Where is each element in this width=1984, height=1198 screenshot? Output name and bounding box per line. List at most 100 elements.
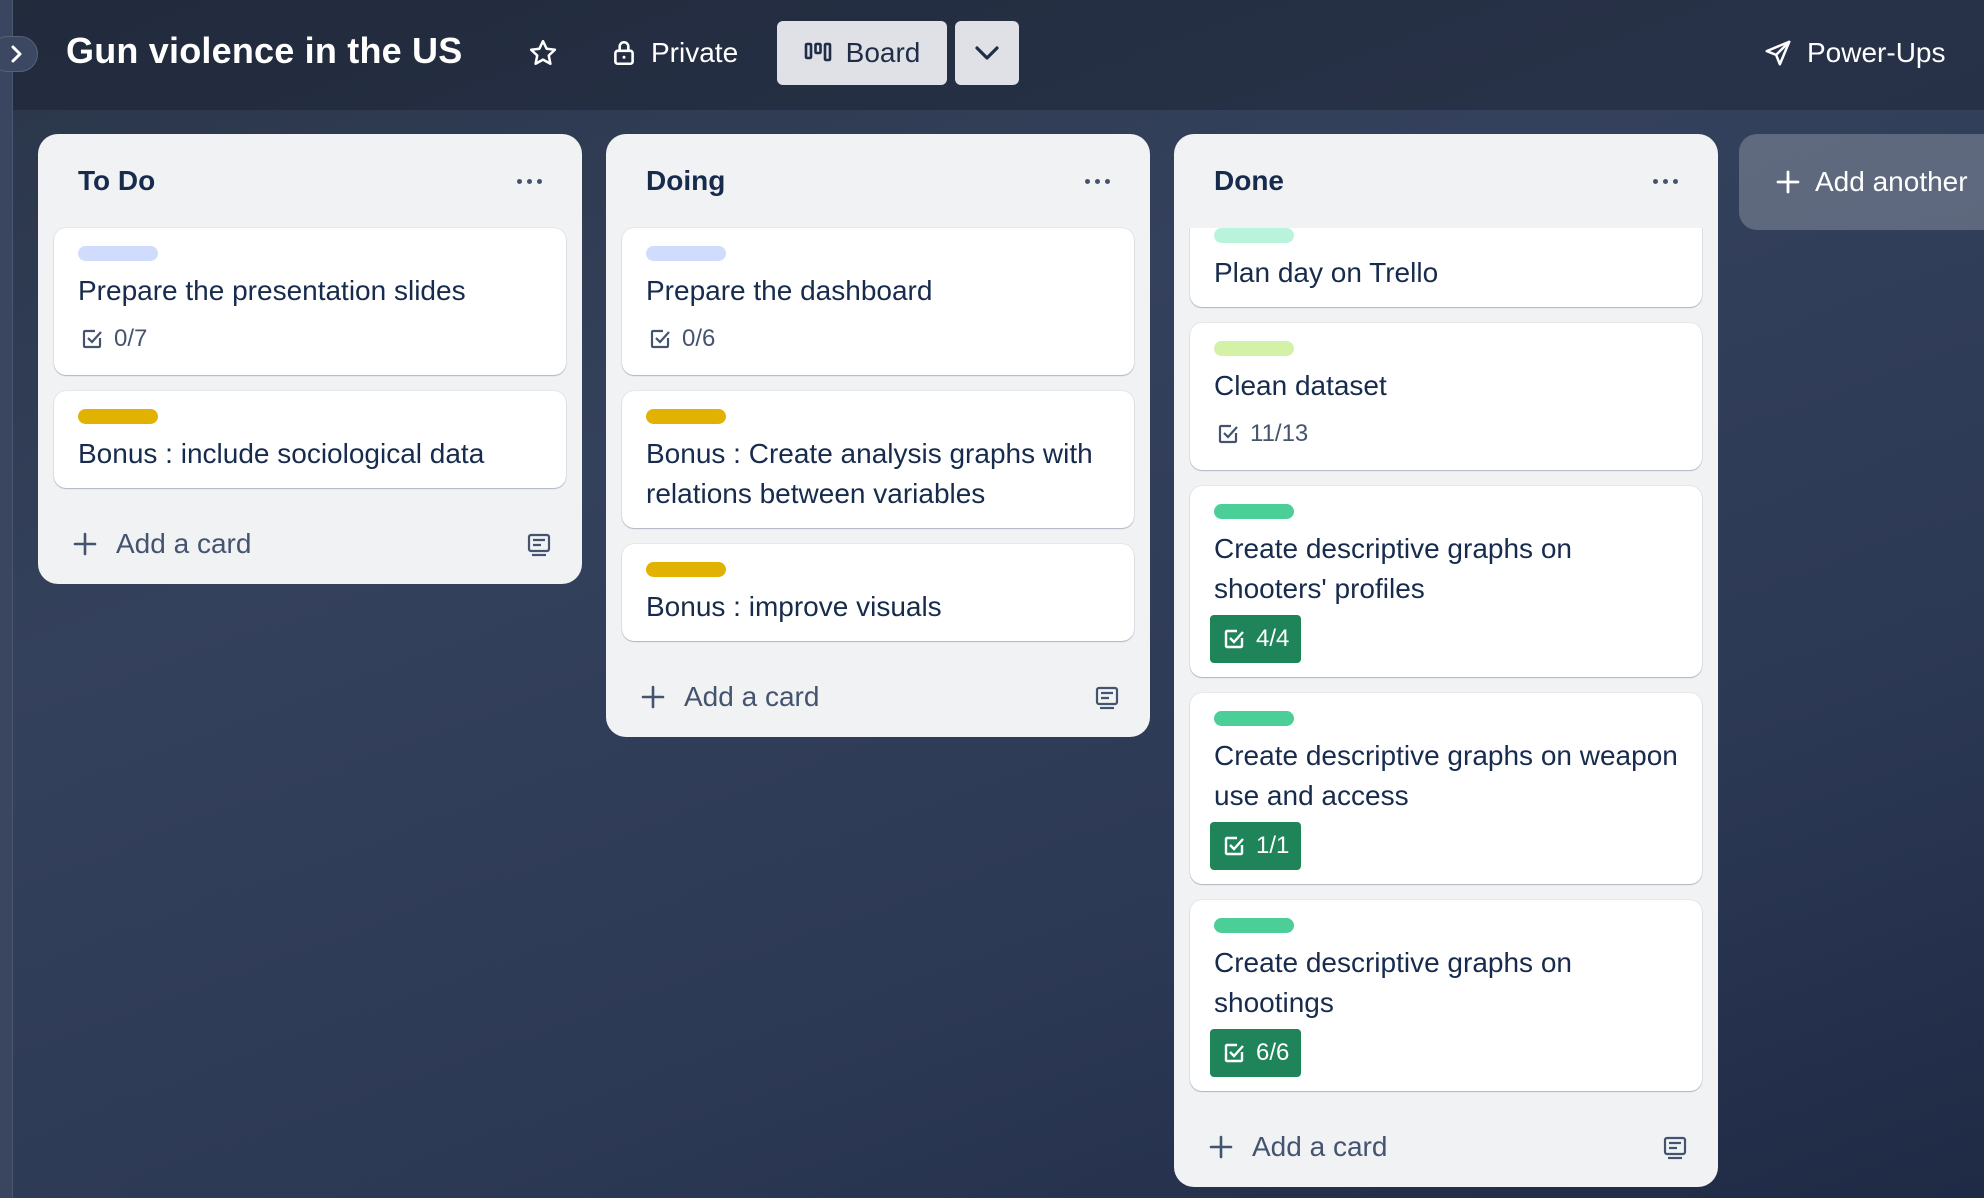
checklist-badge-complete: 1/1 bbox=[1210, 822, 1302, 870]
ellipsis-icon bbox=[1085, 178, 1090, 184]
view-switcher-button[interactable] bbox=[955, 21, 1019, 85]
add-card-row: Add a card bbox=[38, 504, 582, 584]
star-button[interactable] bbox=[513, 21, 573, 85]
checklist-icon bbox=[1224, 1043, 1244, 1063]
chevron-right-icon bbox=[11, 45, 22, 63]
checklist-badge: 0/7 bbox=[70, 317, 157, 361]
power-ups-label: Power-Ups bbox=[1807, 37, 1946, 68]
card-label[interactable] bbox=[78, 409, 158, 424]
card[interactable]: Prepare the dashboard 0/6 bbox=[622, 228, 1134, 375]
card-label[interactable] bbox=[1214, 228, 1294, 243]
rocket-icon bbox=[1765, 40, 1791, 66]
checklist-count: 4/4 bbox=[1256, 625, 1290, 652]
list-title[interactable]: Doing bbox=[646, 165, 725, 197]
done-card-scroller[interactable]: Plan day on Trello Clean dataset 11/13 C… bbox=[1174, 228, 1718, 1107]
list-menu-button[interactable] bbox=[1075, 169, 1120, 194]
card-title: Create descriptive graphs on shootings bbox=[1214, 947, 1572, 1018]
card[interactable]: Create descriptive graphs on weapon use … bbox=[1190, 693, 1702, 884]
list-header: To Do bbox=[38, 134, 582, 228]
add-card-label: Add a card bbox=[116, 528, 252, 559]
checklist-icon bbox=[82, 329, 102, 349]
card[interactable]: Prepare the presentation slides 0/7 bbox=[54, 228, 566, 375]
list-title[interactable]: Done bbox=[1214, 165, 1284, 197]
card-label[interactable] bbox=[1214, 504, 1294, 519]
card-label[interactable] bbox=[78, 246, 158, 261]
card-title: Clean dataset bbox=[1214, 370, 1387, 401]
add-card-label: Add a card bbox=[1252, 1131, 1388, 1162]
add-card-row: Add a card bbox=[606, 657, 1150, 737]
card-title: Bonus : include sociological data bbox=[78, 438, 485, 469]
card-label[interactable] bbox=[646, 246, 726, 261]
list-header: Done bbox=[1174, 134, 1718, 228]
add-card-button[interactable]: Add a card bbox=[1208, 1131, 1387, 1163]
card-template-icon[interactable] bbox=[1094, 684, 1120, 710]
star-icon bbox=[529, 39, 557, 65]
card-title: Plan day on Trello bbox=[1214, 257, 1439, 288]
checklist-badge: 11/13 bbox=[1206, 412, 1318, 456]
checklist-icon bbox=[1224, 629, 1244, 649]
add-list-label: Add another bbox=[1815, 166, 1968, 197]
lock-icon bbox=[614, 40, 634, 66]
checklist-badge-complete: 6/6 bbox=[1210, 1029, 1302, 1077]
card[interactable]: Bonus : Create analysis graphs with rela… bbox=[622, 391, 1134, 528]
plus-icon bbox=[641, 685, 665, 709]
checklist-icon bbox=[1218, 424, 1238, 444]
card-template-icon[interactable] bbox=[1662, 1134, 1688, 1160]
add-card-button[interactable]: Add a card bbox=[640, 681, 819, 713]
sidebar-strip bbox=[0, 0, 13, 1198]
card-title: Bonus : improve visuals bbox=[646, 591, 942, 622]
power-ups-button[interactable]: Power-Ups bbox=[1753, 21, 1955, 85]
card-title: Prepare the presentation slides bbox=[78, 275, 466, 306]
checklist-badge: 0/6 bbox=[638, 317, 725, 361]
checklist-icon bbox=[650, 329, 670, 349]
plus-icon bbox=[1776, 170, 1800, 194]
card[interactable]: Create descriptive graphs on shootings 6… bbox=[1190, 900, 1702, 1091]
checklist-count: 11/13 bbox=[1250, 420, 1309, 447]
checklist-count: 1/1 bbox=[1256, 832, 1290, 859]
add-card-button[interactable]: Add a card bbox=[72, 528, 251, 560]
visibility-button[interactable]: Private bbox=[597, 21, 752, 85]
list-header: Doing bbox=[606, 134, 1150, 228]
card[interactable]: Bonus : improve visuals bbox=[622, 544, 1134, 641]
list-doing: Doing Prepare the dashboard 0/6 Bonus : … bbox=[606, 134, 1150, 737]
add-card-label: Add a card bbox=[684, 681, 820, 712]
checklist-icon bbox=[1224, 836, 1244, 856]
plus-icon bbox=[1209, 1135, 1233, 1159]
add-card-row: Add a card bbox=[1174, 1107, 1718, 1187]
list-title[interactable]: To Do bbox=[78, 165, 155, 197]
list-done: Done Plan day on Trello Clean dataset 11… bbox=[1174, 134, 1718, 1187]
card[interactable]: Clean dataset 11/13 bbox=[1190, 323, 1702, 470]
card-title: Create descriptive graphs on weapon use … bbox=[1214, 740, 1678, 811]
card[interactable]: Bonus : include sociological data bbox=[54, 391, 566, 488]
ellipsis-icon bbox=[1653, 178, 1658, 184]
list-menu-button[interactable] bbox=[1643, 169, 1688, 194]
list-menu-button[interactable] bbox=[507, 169, 552, 194]
board-icon bbox=[804, 42, 831, 62]
board-view-label: Board bbox=[845, 37, 921, 68]
card-title: Prepare the dashboard bbox=[646, 275, 933, 306]
chevron-down-icon bbox=[975, 46, 999, 60]
card-label[interactable] bbox=[1214, 918, 1294, 933]
checklist-badge-complete: 4/4 bbox=[1210, 615, 1302, 663]
card-label[interactable] bbox=[646, 562, 726, 577]
card[interactable]: Create descriptive graphs on shooters' p… bbox=[1190, 486, 1702, 677]
card-label[interactable] bbox=[1214, 341, 1294, 356]
add-list-button[interactable]: Add another bbox=[1739, 134, 1984, 230]
card-template-icon[interactable] bbox=[526, 531, 552, 557]
card[interactable]: Plan day on Trello bbox=[1190, 228, 1702, 307]
ellipsis-icon bbox=[517, 178, 522, 184]
card-title: Bonus : Create analysis graphs with rela… bbox=[646, 438, 1093, 509]
visibility-label: Private bbox=[651, 37, 739, 68]
board-header: Gun violence in the US Private Board Pow… bbox=[13, 0, 1984, 110]
checklist-count: 0/7 bbox=[114, 325, 148, 352]
board-title[interactable]: Gun violence in the US bbox=[66, 30, 462, 72]
card-label[interactable] bbox=[1214, 711, 1294, 726]
board-view-button[interactable]: Board bbox=[777, 21, 947, 85]
sidebar-toggle-button[interactable] bbox=[0, 36, 38, 72]
checklist-count: 0/6 bbox=[682, 325, 716, 352]
plus-icon bbox=[73, 532, 97, 556]
list-todo: To Do Prepare the presentation slides 0/… bbox=[38, 134, 582, 584]
checklist-count: 6/6 bbox=[1256, 1039, 1290, 1066]
card-label[interactable] bbox=[646, 409, 726, 424]
card-title: Create descriptive graphs on shooters' p… bbox=[1214, 533, 1572, 604]
